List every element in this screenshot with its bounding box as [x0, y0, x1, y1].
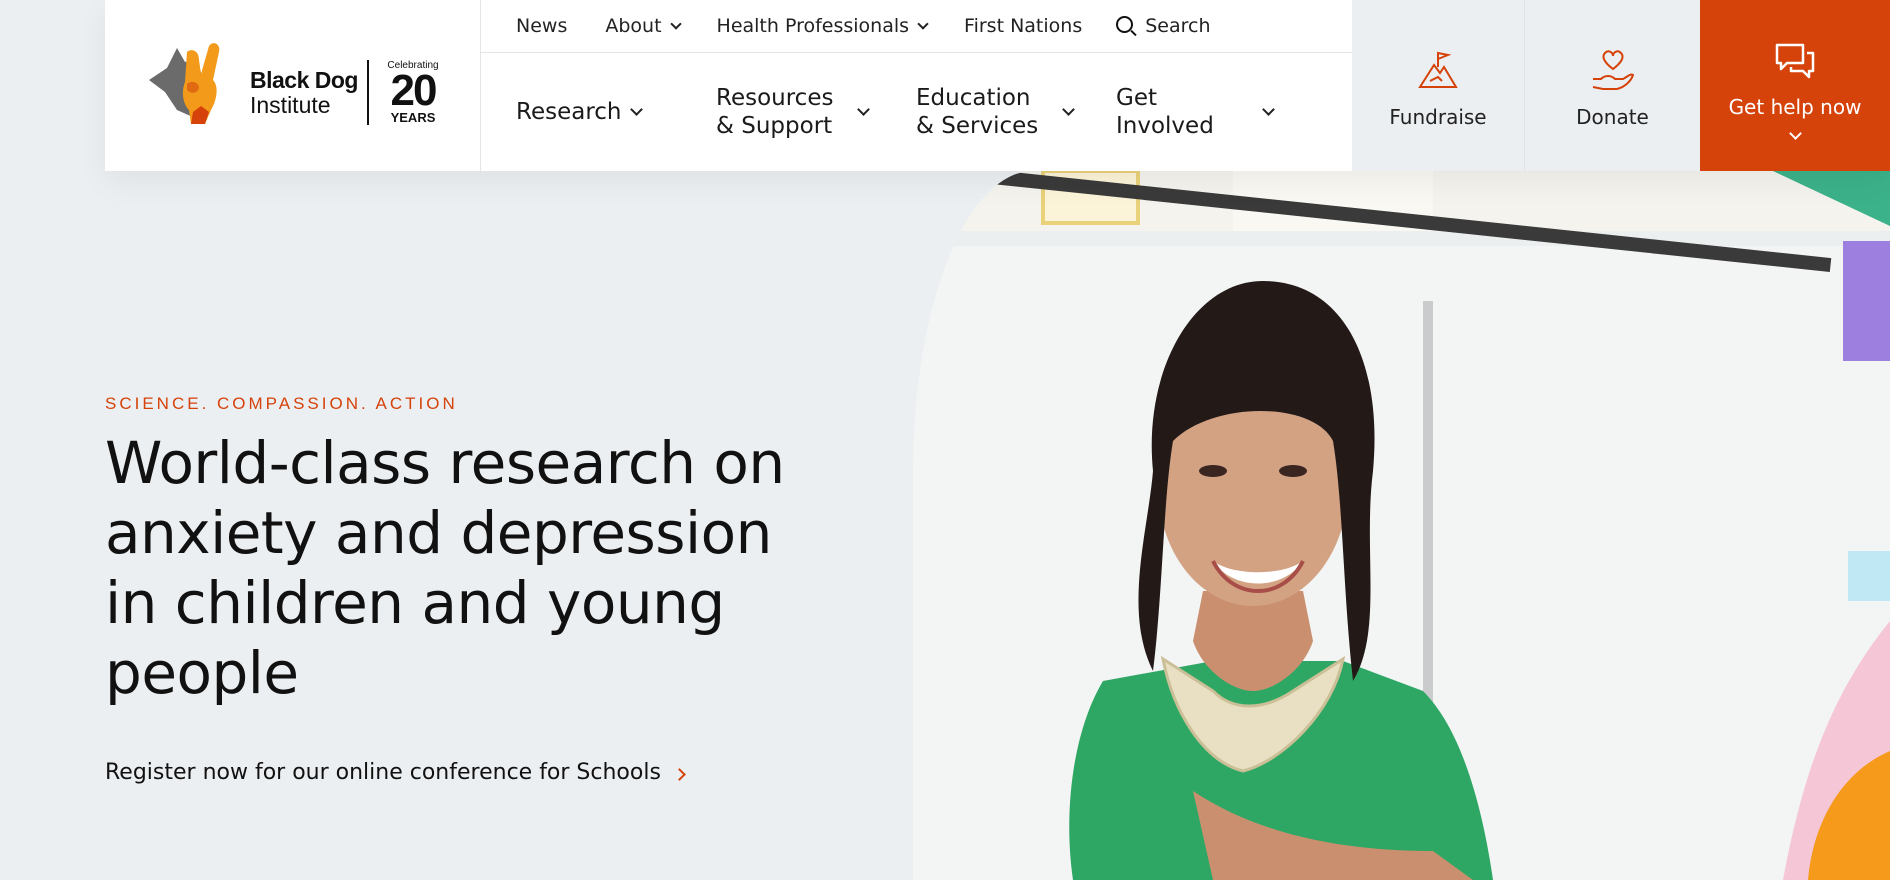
black-dog-logo-icon	[149, 43, 220, 124]
nav-item-label: News	[516, 15, 568, 37]
hero-headline-line: in children and young	[105, 569, 725, 637]
nav-item-label: Health Professionals	[716, 15, 910, 37]
chevron-down-icon	[1062, 102, 1076, 116]
hero-eyebrow: SCIENCE. COMPASSION. ACTION	[105, 394, 458, 413]
conference-register-link[interactable]: Register now for our online conference f…	[105, 760, 686, 785]
get-help-now-button[interactable]: Get help now	[1700, 0, 1890, 171]
site-header: Black Dog Institute Celebrating 20 YEARS…	[105, 0, 1890, 171]
chevron-down-icon	[1261, 102, 1275, 116]
chevron-down-icon	[1788, 127, 1802, 140]
nav-item-first-nations[interactable]: First Nations	[964, 15, 1082, 37]
main-nav: Research Resources & Support Education &…	[481, 53, 1352, 170]
nav-item-get-involved[interactable]: Get Involved	[1116, 53, 1275, 170]
teacher-photo	[913, 171, 1890, 880]
logo-name-line1: Black Dog	[250, 67, 358, 93]
chevron-down-icon	[669, 17, 682, 30]
primary-navigation: News About Health Professionals First Na…	[481, 0, 1352, 171]
nav-item-health-professionals[interactable]: Health Professionals	[716, 15, 929, 37]
nav-item-about[interactable]: About	[605, 15, 682, 37]
mountain-flag-icon	[1418, 51, 1458, 88]
search-icon	[1116, 15, 1134, 33]
site-logo[interactable]: Black Dog Institute Celebrating 20 YEARS	[105, 0, 481, 171]
chevron-down-icon	[917, 17, 929, 30]
anniversary-badge: Celebrating 20 YEARS	[383, 60, 443, 124]
chevron-right-icon	[673, 768, 686, 781]
nav-item-label: Get Involved	[1116, 84, 1214, 139]
utility-nav: News About Health Professionals First Na…	[481, 0, 1352, 53]
nav-item-news[interactable]: News	[516, 15, 567, 37]
logo-name-line2: Institute	[250, 92, 331, 118]
hero-content: SCIENCE. COMPASSION. ACTION World-class …	[105, 394, 825, 708]
donate-label: Donate	[1576, 104, 1649, 129]
nav-item-label: About	[605, 15, 662, 37]
hero-headline: World-class research on anxiety and depr…	[105, 428, 825, 708]
fundraise-label: Fundraise	[1389, 104, 1487, 129]
logo-wordmark: Black Dog Institute	[250, 68, 358, 118]
hero-headline-line: World-class research on	[105, 429, 785, 497]
anniversary-years: YEARS	[390, 110, 436, 125]
fundraise-button[interactable]: Fundraise	[1352, 0, 1525, 171]
nav-item-education-services[interactable]: Education & Services	[916, 53, 1076, 170]
search-label: Search	[1145, 15, 1211, 37]
nav-item-label: Education & Services	[916, 84, 1039, 139]
hero-image	[913, 171, 1890, 880]
conference-register-label: Register now for our online conference f…	[105, 760, 661, 785]
anniversary-number: 20	[390, 66, 438, 115]
nav-item-resources-support[interactable]: Resources & Support	[716, 53, 871, 170]
search-button[interactable]: Search	[1116, 15, 1211, 37]
hero-headline-line: anxiety and depression	[105, 499, 772, 567]
donate-button[interactable]: Donate	[1525, 0, 1700, 171]
hero-headline-line: people	[105, 639, 299, 707]
chat-bubbles-icon	[1775, 43, 1815, 79]
nav-item-research[interactable]: Research	[516, 53, 643, 170]
chevron-down-icon	[629, 102, 643, 116]
logo-divider	[367, 60, 369, 125]
chevron-down-icon	[857, 102, 871, 116]
nav-item-label: Resources & Support	[716, 84, 834, 139]
hand-heart-icon	[1592, 49, 1634, 90]
nav-item-label: First Nations	[964, 15, 1083, 37]
get-help-now-label: Get help now	[1728, 95, 1862, 119]
nav-item-label: Research	[516, 98, 622, 125]
